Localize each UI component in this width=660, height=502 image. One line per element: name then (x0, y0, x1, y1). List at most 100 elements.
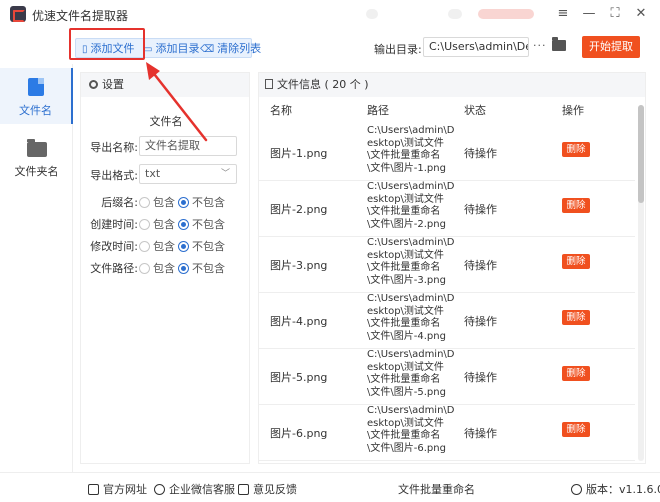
table-row: 图片-3.png C:\Users\admin\D esktop\测试文件 \文件批… (259, 237, 635, 293)
feedback-icon (238, 484, 249, 495)
modified-exclude-radio[interactable]: 不包含 (178, 238, 225, 254)
file-path-label: 文件路径: (90, 262, 138, 275)
minimize-icon[interactable]: — (581, 6, 597, 22)
clear-list-button[interactable]: ⌫ 清除列表 (200, 41, 261, 57)
file-info-header: 文件信息 ( 20 个 ) (259, 73, 645, 97)
file-path: C:\Users\admin\D esktop\测试文件 \文件批量重命名 \文件\图… (367, 349, 455, 398)
table-row: 图片-2.png C:\Users\admin\D esktop\测试文件 \文件批… (259, 181, 635, 237)
chevron-down-icon: ﹀ (220, 169, 230, 179)
export-name-input[interactable]: 文件名提取 (139, 136, 237, 156)
file-path: C:\Users\admin\D esktop\测试文件 \文件批量重命名 \文件\图… (367, 237, 455, 286)
created-time-row: 创建时间: 包含 不包含 (81, 213, 251, 233)
highlight-box (69, 28, 145, 60)
wechat-support-link[interactable]: 企业微信客服 (154, 481, 235, 497)
chat-icon (154, 484, 165, 495)
output-dir-input[interactable]: C:\Users\admin\Deskto (423, 37, 529, 57)
delete-button[interactable]: 删除 (562, 142, 590, 157)
nav-label: 文件名 (19, 104, 52, 117)
file-name: 图片-3.png (270, 259, 328, 272)
file-icon (27, 78, 44, 96)
modified-time-row: 修改时间: 包含 不包含 (81, 235, 251, 255)
modified-time-label: 修改时间: (90, 240, 138, 253)
export-format-value: txt (145, 167, 161, 180)
file-status: 待操作 (464, 315, 497, 328)
table-row: 图片-4.png C:\Users\admin\D esktop\测试文件 \文件批… (259, 293, 635, 349)
settings-panel: 设置 文件名 导出名称: 文件名提取 导出格式: txt ﹀ 后缀名: 包含 不… (80, 72, 250, 464)
add-folder-label: 添加目录 (155, 42, 200, 55)
scrollbar-thumb[interactable] (638, 105, 644, 203)
file-name: 图片-1.png (270, 147, 328, 160)
export-format-row: 导出格式: txt ﹀ (81, 164, 251, 184)
menu-icon[interactable]: ≡ (555, 6, 571, 22)
title-bar: 优速文件名提取器 ≡ — ⛶ ✕ (0, 0, 660, 30)
trash-icon: ⌫ (200, 44, 215, 55)
file-status: 待操作 (464, 203, 497, 216)
delete-button[interactable]: 删除 (562, 422, 590, 437)
nav-item-filename[interactable]: 文件名 (0, 68, 73, 124)
table-row: 图片-1.png C:\Users\admin\D esktop\测试文件 \文件批… (259, 125, 635, 181)
delete-button[interactable]: 删除 (562, 310, 590, 325)
table-row: 图片-6.png C:\Users\admin\D esktop\测试文件 \文件批… (259, 405, 635, 461)
export-format-select[interactable]: txt ﹀ (139, 164, 237, 184)
export-name-label: 导出名称: (90, 141, 138, 154)
column-name: 名称 (270, 104, 292, 117)
promo-text[interactable]: 文件批量重命名 (398, 481, 475, 497)
suffix-exclude-radio[interactable]: 不包含 (178, 194, 225, 210)
file-path: C:\Users\admin\D esktop\测试文件 \文件批量重命名 \文件\图… (367, 125, 455, 174)
column-path: 路径 (367, 104, 389, 117)
file-status: 待操作 (464, 371, 497, 384)
app-logo-icon (10, 6, 26, 22)
file-status: 待操作 (464, 259, 497, 272)
file-path-row: 文件路径: 包含 不包含 (81, 257, 251, 277)
add-folder-button[interactable]: ▭ 添加目录 (143, 41, 199, 57)
settings-header: 设置 (81, 73, 249, 97)
file-info-panel: 文件信息 ( 20 个 ) 名称 路径 状态 操作 图片-1.png C:\Us… (258, 72, 646, 464)
blurred-area (366, 9, 378, 19)
settings-section-title: 文件名 (149, 115, 183, 128)
feedback-link[interactable]: 意见反馈 (238, 481, 297, 497)
column-action: 操作 (562, 104, 584, 117)
column-status: 状态 (464, 104, 486, 117)
nav-item-foldername[interactable]: 文件夹名 (0, 130, 73, 186)
more-options-button[interactable]: ··· (533, 39, 547, 52)
open-folder-icon[interactable] (552, 37, 566, 51)
info-icon (571, 484, 582, 495)
official-website-link[interactable]: 官方网址 (88, 481, 147, 497)
close-icon[interactable]: ✕ (633, 6, 649, 22)
file-status: 待操作 (464, 427, 497, 440)
path-exclude-radio[interactable]: 不包含 (178, 260, 225, 276)
file-name: 图片-5.png (270, 371, 328, 384)
created-include-radio[interactable]: 包含 (139, 216, 175, 232)
clear-list-label: 清除列表 (217, 42, 262, 55)
nav-label: 文件夹名 (14, 165, 59, 178)
monitor-icon (88, 484, 99, 495)
folder-icon (26, 139, 47, 157)
table-header: 名称 路径 状态 操作 (259, 97, 635, 119)
output-dir-label: 输出目录: (374, 43, 422, 56)
created-exclude-radio[interactable]: 不包含 (178, 216, 225, 232)
created-time-label: 创建时间: (90, 218, 138, 231)
app-title: 优速文件名提取器 (32, 9, 129, 23)
settings-header-label: 设置 (102, 78, 124, 91)
document-icon (265, 79, 273, 89)
file-path: C:\Users\admin\D esktop\测试文件 \文件批量重命名 \文件\图… (367, 293, 455, 342)
blurred-area (448, 9, 462, 19)
file-name: 图片-2.png (270, 203, 328, 216)
file-status: 待操作 (464, 147, 497, 160)
scrollbar[interactable] (638, 105, 644, 461)
delete-button[interactable]: 删除 (562, 198, 590, 213)
start-extract-button[interactable]: 开始提取 (582, 36, 640, 58)
suffix-include-radio[interactable]: 包含 (139, 194, 175, 210)
file-name: 图片-6.png (270, 427, 328, 440)
delete-button[interactable]: 删除 (562, 254, 590, 269)
modified-include-radio[interactable]: 包含 (139, 238, 175, 254)
blurred-area (478, 9, 534, 19)
table-row: 图片-5.png C:\Users\admin\D esktop\测试文件 \文件批… (259, 349, 635, 405)
export-format-label: 导出格式: (90, 169, 138, 182)
suffix-label: 后缀名: (101, 196, 138, 209)
file-path: C:\Users\admin\D esktop\测试文件 \文件批量重命名 \文件\图… (367, 181, 455, 230)
delete-button[interactable]: 删除 (562, 366, 590, 381)
maximize-icon[interactable]: ⛶ (607, 6, 623, 22)
footer: 官方网址 企业微信客服 意见反馈 文件批量重命名 版本：v1.1.6.0 (0, 472, 660, 502)
path-include-radio[interactable]: 包含 (139, 260, 175, 276)
